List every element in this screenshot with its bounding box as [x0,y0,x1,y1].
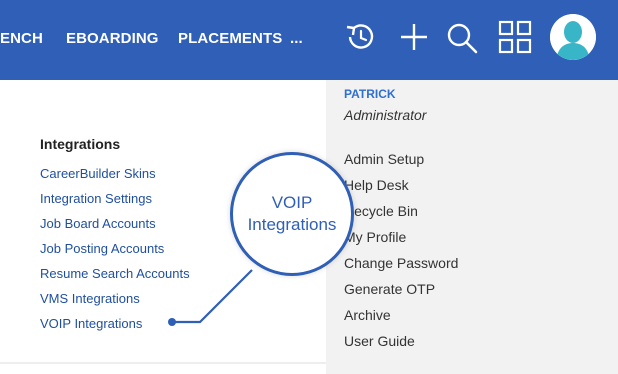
callout-bubble: VOIP Integrations [230,152,354,276]
callout-text-line1: VOIP [271,193,313,212]
callout-text-line2: Integrations [247,215,337,234]
callout-dot [168,318,176,326]
